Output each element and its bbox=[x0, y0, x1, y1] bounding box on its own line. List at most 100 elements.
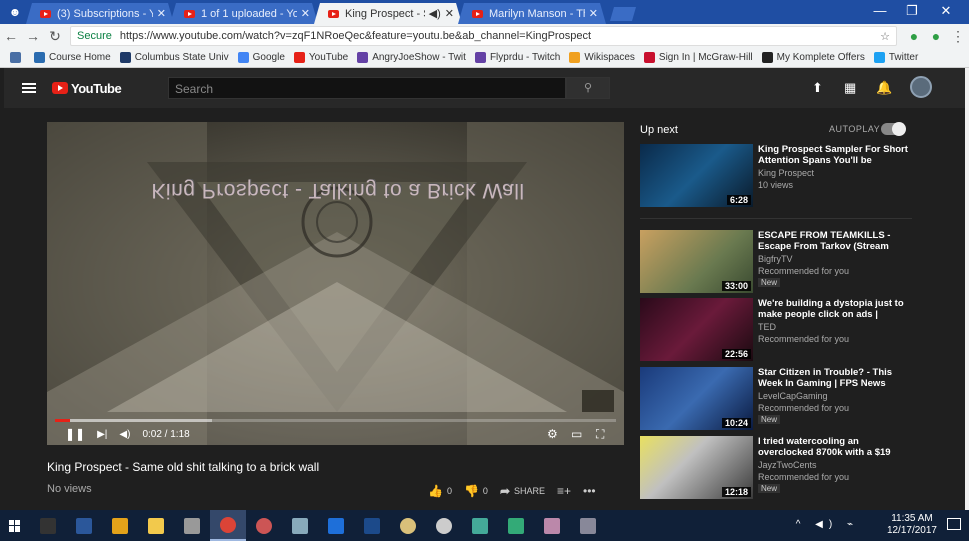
tab-king-prospect[interactable]: King Prospect - Same ◀) ✕ bbox=[314, 3, 462, 24]
related-video-title[interactable]: I tried watercooling an overclocked 8700… bbox=[758, 436, 908, 458]
taskbar-app-defender[interactable] bbox=[318, 510, 354, 541]
bookmark-item[interactable]: Wikispaces bbox=[569, 52, 635, 63]
tab-marilyn-manson[interactable]: Marilyn Manson - This Is ✕ bbox=[458, 3, 606, 24]
fullscreen-icon[interactable]: ⛶ bbox=[596, 427, 604, 442]
close-tab-icon[interactable]: ✕ bbox=[589, 7, 598, 20]
share-button[interactable]: ➦ SHARE bbox=[500, 484, 545, 498]
close-tab-icon[interactable]: ✕ bbox=[301, 7, 310, 20]
bookmark-item[interactable]: Sign In | McGraw-Hill bbox=[643, 52, 753, 63]
taskbar-app-file-explorer[interactable] bbox=[138, 510, 174, 541]
related-video-item[interactable]: 12:18 I tried watercooling an overclocked… bbox=[640, 436, 912, 500]
menu-dots-icon[interactable]: ⋮ bbox=[947, 28, 969, 45]
tab-uploaded[interactable]: 1 of 1 uploaded - YouTub ✕ bbox=[170, 3, 318, 24]
like-button[interactable]: 👍 0 bbox=[428, 484, 452, 498]
reload-button[interactable]: ↻ bbox=[44, 28, 66, 45]
related-video-title[interactable]: ESCAPE FROM TEAMKILLS - Escape From Tark… bbox=[758, 230, 908, 252]
taskbar-clock[interactable]: 11:35 AM 12/17/2017 bbox=[887, 513, 937, 537]
apps-grid-icon[interactable]: ▦ bbox=[844, 80, 856, 96]
youtube-logo[interactable]: YouTube bbox=[52, 81, 122, 96]
taskbar-app-icon[interactable] bbox=[354, 510, 390, 541]
taskbar-app-icon[interactable] bbox=[534, 510, 570, 541]
related-video-item[interactable]: 22:56 We're building a dystopia just to m… bbox=[640, 298, 912, 362]
settings-gear-icon[interactable]: ⚙ bbox=[547, 427, 558, 441]
video-thumbnail[interactable]: 12:18 bbox=[640, 436, 753, 499]
dislike-button[interactable]: 👎 0 bbox=[464, 484, 488, 498]
bookmark-item[interactable]: Flyprdu - Twitch bbox=[474, 52, 560, 63]
more-actions-icon[interactable]: ••• bbox=[583, 484, 596, 498]
address-bar[interactable]: Secure https://www.youtube.com/watch?v=z… bbox=[70, 26, 897, 46]
taskbar-app-word[interactable] bbox=[66, 510, 102, 541]
video-player[interactable]: King Prospect - Talking to a Brick Wall … bbox=[47, 122, 624, 445]
bookmark-item[interactable]: Google bbox=[237, 52, 285, 63]
bookmark-item[interactable]: Twitter bbox=[873, 52, 918, 63]
next-icon[interactable]: ▶| bbox=[97, 429, 107, 440]
autoplay-toggle[interactable] bbox=[881, 122, 906, 136]
close-tab-icon[interactable]: ✕ bbox=[445, 7, 454, 20]
related-video-item[interactable]: 33:00 ESCAPE FROM TEAMKILLS - Escape From… bbox=[640, 230, 912, 294]
minimize-button[interactable]: — bbox=[868, 3, 892, 18]
video-thumbnail[interactable]: 22:56 bbox=[640, 298, 753, 361]
taskbar-app-icon[interactable] bbox=[498, 510, 534, 541]
taskbar-app-settings[interactable] bbox=[426, 510, 462, 541]
bookmark-item[interactable]: YouTube bbox=[293, 52, 348, 63]
search-button[interactable]: ⚲ bbox=[566, 77, 610, 99]
windows-start-button[interactable] bbox=[0, 510, 30, 541]
avatar[interactable] bbox=[910, 76, 932, 98]
bookmark-star-icon[interactable]: ☆ bbox=[880, 30, 890, 43]
new-tab-button[interactable] bbox=[610, 7, 636, 21]
tab-subscriptions[interactable]: (3) Subscriptions - YouTu ✕ bbox=[26, 3, 174, 24]
taskbar-app-icon[interactable] bbox=[390, 510, 426, 541]
page-scrollbar[interactable] bbox=[965, 68, 969, 510]
taskbar-app-icon[interactable] bbox=[462, 510, 498, 541]
channel-name[interactable]: King Prospect bbox=[758, 168, 814, 178]
extension-icon[interactable]: ● bbox=[925, 28, 947, 44]
clock-time: 11:35 AM bbox=[891, 513, 933, 524]
secure-label: Secure bbox=[77, 30, 112, 42]
taskbar-app-icon[interactable] bbox=[570, 510, 606, 541]
taskbar-app-paint[interactable] bbox=[102, 510, 138, 541]
channel-name[interactable]: BigfryTV bbox=[758, 254, 793, 264]
taskbar-app-terminal[interactable] bbox=[30, 510, 66, 541]
channel-name[interactable]: JayzTwoCents bbox=[758, 460, 817, 470]
theater-mode-icon[interactable]: ▭ bbox=[571, 427, 582, 441]
pause-icon[interactable]: ❚❚ bbox=[65, 427, 85, 441]
bookmark-item[interactable]: My Komplete Offers bbox=[761, 52, 865, 63]
audio-icon[interactable]: ◀) bbox=[429, 7, 441, 20]
video-thumbnail[interactable]: 6:28 bbox=[640, 144, 753, 207]
bookmark-item[interactable]: AngryJoeShow - Twit bbox=[357, 52, 466, 63]
close-window-button[interactable]: ✕ bbox=[934, 3, 958, 19]
video-thumbnail[interactable]: 10:24 bbox=[640, 367, 753, 430]
progress-bar[interactable] bbox=[55, 419, 616, 422]
restore-button[interactable]: ❐ bbox=[900, 3, 924, 19]
upload-icon[interactable]: ⬆ bbox=[812, 80, 823, 96]
taskbar-app-calculator[interactable] bbox=[174, 510, 210, 541]
taskbar-app-icon[interactable] bbox=[282, 510, 318, 541]
related-video-title[interactable]: We're building a dystopia just to make p… bbox=[758, 298, 908, 320]
notification-center-icon[interactable] bbox=[947, 518, 961, 530]
taskbar-app-chrome[interactable] bbox=[210, 510, 246, 541]
video-overlay-title: King Prospect - Talking to a Brick Wall bbox=[151, 179, 525, 202]
notifications-bell-icon[interactable]: 🔔 bbox=[876, 80, 892, 96]
related-video-title[interactable]: King Prospect Sampler For Short Attentio… bbox=[758, 144, 908, 166]
bookmark-item[interactable]: Columbus State Univ bbox=[119, 52, 229, 63]
apps-shortcut-icon[interactable] bbox=[10, 52, 25, 63]
extension-icon[interactable]: ● bbox=[903, 28, 925, 44]
system-tray-icons[interactable]: ^ ◀) ⌁ bbox=[796, 519, 859, 530]
video-thumbnail[interactable]: 33:00 bbox=[640, 230, 753, 293]
add-to-playlist-icon[interactable]: ≡+ bbox=[557, 484, 571, 498]
channel-name[interactable]: LevelCapGaming bbox=[758, 391, 828, 401]
volume-icon[interactable]: ◀) bbox=[119, 429, 130, 440]
profile-icon[interactable]: ☻ bbox=[0, 0, 30, 24]
related-video-item[interactable]: 6:28 King Prospect Sampler For Short Atte… bbox=[640, 144, 912, 208]
back-button[interactable]: ← bbox=[0, 28, 22, 44]
close-tab-icon[interactable]: ✕ bbox=[157, 7, 166, 20]
hamburger-menu-icon[interactable] bbox=[22, 83, 36, 93]
forward-button[interactable]: → bbox=[22, 28, 44, 44]
search-input[interactable]: Search bbox=[168, 77, 566, 99]
taskbar-app-icon[interactable] bbox=[246, 510, 282, 541]
related-video-title[interactable]: Star Citizen in Trouble? - This Week In … bbox=[758, 367, 908, 389]
bookmark-favicon-icon bbox=[474, 52, 486, 63]
channel-name[interactable]: TED bbox=[758, 322, 776, 332]
bookmark-item[interactable]: Course Home bbox=[34, 52, 111, 63]
related-video-item[interactable]: 10:24 Star Citizen in Trouble? - This Wee… bbox=[640, 367, 912, 431]
